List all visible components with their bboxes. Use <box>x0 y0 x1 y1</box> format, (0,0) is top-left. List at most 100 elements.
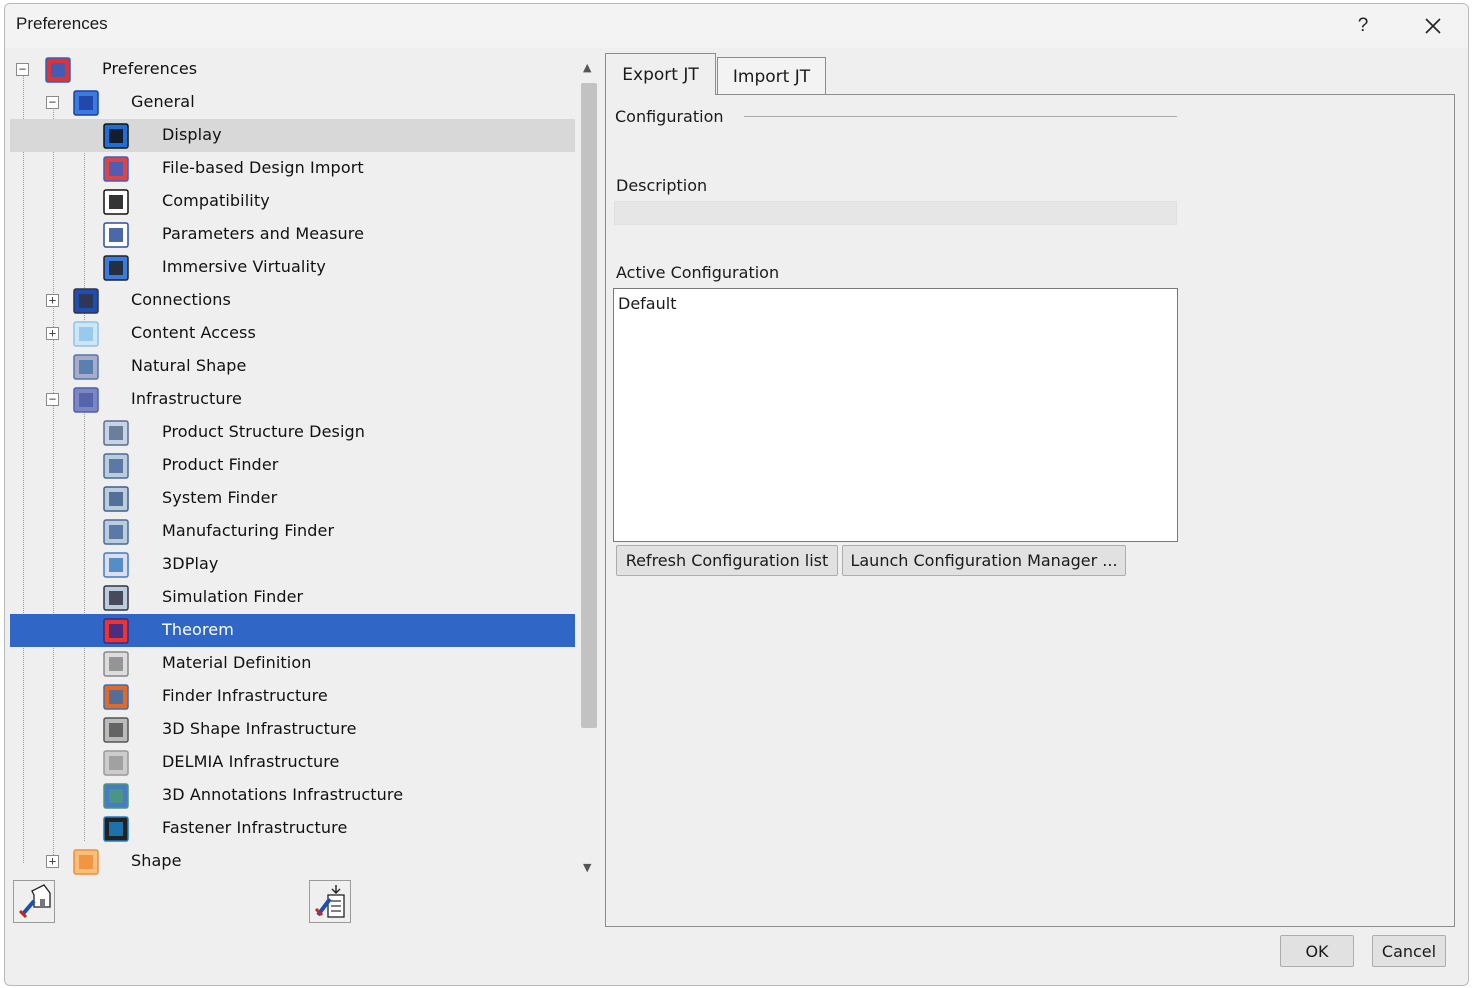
material-icon <box>101 649 133 679</box>
list-item[interactable]: Default <box>618 294 676 313</box>
tree-item-general[interactable]: − General <box>10 86 575 119</box>
tree-item-fastener-infrastructure[interactable]: Fastener Infrastructure <box>10 812 575 845</box>
parameters-icon <box>101 220 133 250</box>
theorem-icon <box>101 616 133 646</box>
tree-item-display[interactable]: Display <box>10 119 575 152</box>
content-access-icon <box>71 319 103 349</box>
expand-icon[interactable]: + <box>46 855 59 868</box>
tree-item-material-definition[interactable]: Material Definition <box>10 647 575 680</box>
file-import-icon <box>101 154 133 184</box>
description-label: Description <box>616 176 708 195</box>
tree-item-manufacturing-finder[interactable]: Manufacturing Finder <box>10 515 575 548</box>
description-field <box>614 201 1177 225</box>
delmia-icon <box>101 748 133 778</box>
export-preferences-button[interactable] <box>309 880 351 923</box>
collapse-icon[interactable]: − <box>46 393 59 406</box>
tree-item-theorem[interactable]: Theorem <box>10 614 575 647</box>
shape-icon <box>71 847 103 877</box>
tab-export-jt[interactable]: Export JT <box>605 53 716 95</box>
tree-item-label: Preferences <box>102 59 198 78</box>
tree-item-3d-annotations-infrastructure[interactable]: 3D Annotations Infrastructure <box>10 779 575 812</box>
title-bar: Preferences ? <box>5 4 1468 48</box>
tree-item-content-access[interactable]: + Content Access <box>10 317 575 350</box>
natural-shape-icon <box>71 352 103 382</box>
tree-item-label: Theorem <box>162 620 234 639</box>
expand-icon[interactable]: + <box>46 327 59 340</box>
tab-import-jt[interactable]: Import JT <box>717 57 826 95</box>
tree-item-3dplay[interactable]: 3DPlay <box>10 548 575 581</box>
configuration-group-label: Configuration <box>615 107 724 126</box>
product-structure-icon <box>101 418 133 448</box>
tree-item-label: Infrastructure <box>131 389 242 408</box>
tree-item-label: Finder Infrastructure <box>162 686 328 705</box>
collapse-icon[interactable]: − <box>16 63 29 76</box>
simulation-finder-icon <box>101 583 133 613</box>
cancel-button[interactable]: Cancel <box>1372 935 1446 967</box>
manufacturing-finder-icon <box>101 517 133 547</box>
settings-panel: Export JT Import JT Configuration Descri… <box>605 53 1457 927</box>
tree-item-delmia-infrastructure[interactable]: DELMIA Infrastructure <box>10 746 575 779</box>
tree-item-label: Connections <box>131 290 231 309</box>
tree-item-finder-infrastructure[interactable]: Finder Infrastructure <box>10 680 575 713</box>
finder-infra-icon <box>101 682 133 712</box>
tree-scrollbar[interactable]: ▲ ▼ <box>579 53 599 883</box>
connections-icon <box>71 286 103 316</box>
reset-home-icon <box>18 884 51 919</box>
scroll-up-arrow-icon[interactable]: ▲ <box>583 61 591 74</box>
close-icon <box>1425 18 1441 34</box>
close-button[interactable] <box>1413 8 1453 44</box>
tree-item-compatibility[interactable]: Compatibility <box>10 185 575 218</box>
launch-configuration-manager-button[interactable]: Launch Configuration Manager ... <box>842 545 1126 576</box>
preferences-icon <box>43 55 75 85</box>
tree-item-label: Display <box>162 125 222 144</box>
tree-item-shape[interactable]: + Shape <box>10 845 575 878</box>
tree-item-label: Compatibility <box>162 191 270 210</box>
scroll-thumb[interactable] <box>581 83 597 728</box>
export-settings-icon <box>314 885 345 918</box>
help-button[interactable]: ? <box>1343 8 1383 44</box>
gear-icon <box>101 715 133 745</box>
preferences-tree[interactable]: − Preferences − General Display File-based De… <box>10 53 575 879</box>
3dplay-icon <box>101 550 133 580</box>
general-icon <box>71 88 103 118</box>
compatibility-icon <box>101 187 133 217</box>
reset-preferences-button[interactable] <box>13 880 55 923</box>
window-title: Preferences <box>16 14 108 33</box>
tree-item-infrastructure[interactable]: − Infrastructure <box>10 383 575 416</box>
display-icon <box>101 121 133 151</box>
tree-item-label: Simulation Finder <box>162 587 304 606</box>
tree-item-product-structure-design[interactable]: Product Structure Design <box>10 416 575 449</box>
annotations-icon <box>101 781 133 811</box>
expand-icon[interactable]: + <box>46 294 59 307</box>
tree-item-label: Shape <box>131 851 182 870</box>
infrastructure-icon <box>71 385 103 415</box>
tree-item-preferences[interactable]: − Preferences <box>10 53 575 86</box>
tree-item-connections[interactable]: + Connections <box>10 284 575 317</box>
tree-item-label: 3D Shape Infrastructure <box>162 719 357 738</box>
tree-item-3d-shape-infrastructure[interactable]: 3D Shape Infrastructure <box>10 713 575 746</box>
tree-item-label: Natural Shape <box>131 356 247 375</box>
tree-item-label: Material Definition <box>162 653 312 672</box>
tree-item-label: File-based Design Import <box>162 158 364 177</box>
tree-item-file-based-design-import[interactable]: File-based Design Import <box>10 152 575 185</box>
tree-item-label: Manufacturing Finder <box>162 521 335 540</box>
scroll-down-arrow-icon[interactable]: ▼ <box>583 861 591 874</box>
refresh-configuration-list-button[interactable]: Refresh Configuration list <box>616 545 838 576</box>
tree-item-immersive-virtuality[interactable]: Immersive Virtuality <box>10 251 575 284</box>
tree-item-simulation-finder[interactable]: Simulation Finder <box>10 581 575 614</box>
tree-item-natural-shape[interactable]: Natural Shape <box>10 350 575 383</box>
ok-button[interactable]: OK <box>1280 935 1354 967</box>
tree-item-label: Content Access <box>131 323 256 342</box>
active-configuration-list[interactable]: Default <box>613 288 1178 542</box>
tree-item-system-finder[interactable]: System Finder <box>10 482 575 515</box>
collapse-icon[interactable]: − <box>46 96 59 109</box>
tree-item-parameters-and-measure[interactable]: Parameters and Measure <box>10 218 575 251</box>
tree-item-product-finder[interactable]: Product Finder <box>10 449 575 482</box>
tree-item-label: 3D Annotations Infrastructure <box>162 785 404 804</box>
tree-item-label: Product Structure Design <box>162 422 365 441</box>
tree-item-label: General <box>131 92 195 111</box>
tree-item-label: Parameters and Measure <box>162 224 365 243</box>
immersive-icon <box>101 253 133 283</box>
system-finder-icon <box>101 484 133 514</box>
tree-item-label: Fastener Infrastructure <box>162 818 348 837</box>
